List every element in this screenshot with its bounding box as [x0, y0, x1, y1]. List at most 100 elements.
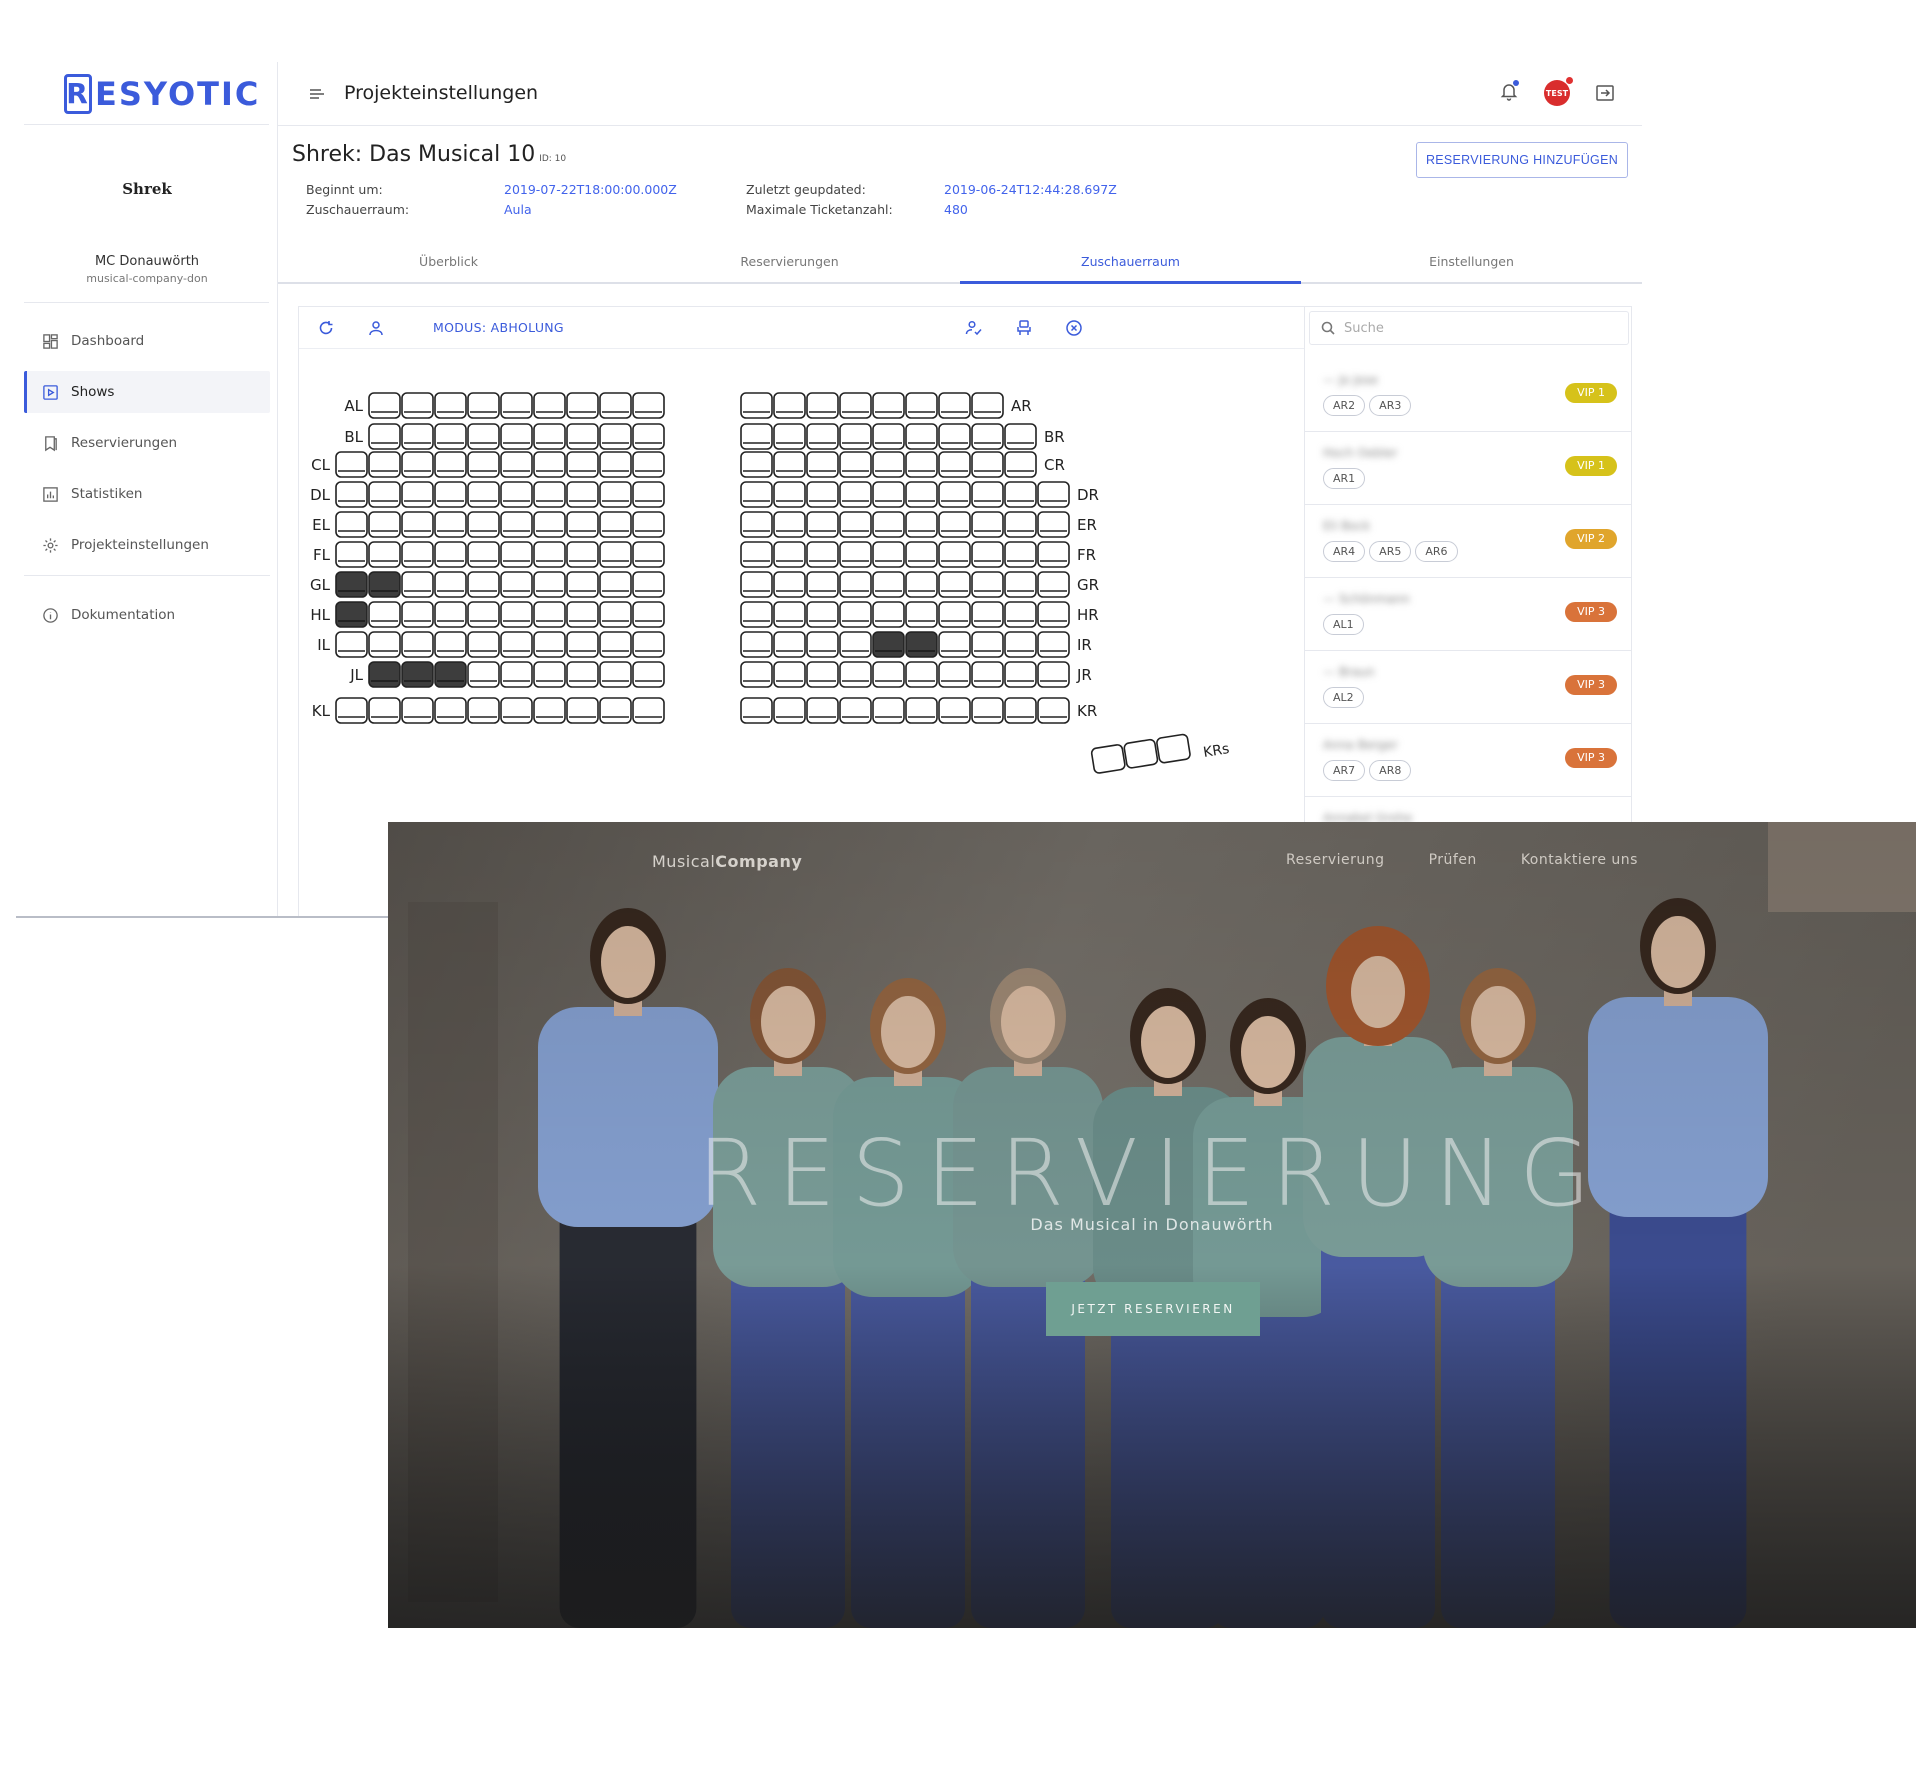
seat[interactable] [1004, 451, 1037, 478]
seat[interactable] [872, 392, 905, 419]
notifications-button[interactable] [1498, 80, 1520, 106]
seat[interactable] [740, 481, 773, 508]
seat[interactable] [500, 697, 533, 724]
seat-chip[interactable]: AL1 [1323, 614, 1364, 635]
seat[interactable] [938, 631, 971, 658]
seat[interactable] [566, 423, 599, 450]
seat[interactable] [467, 697, 500, 724]
seat[interactable] [971, 511, 1004, 538]
seat[interactable] [434, 661, 467, 688]
seat[interactable] [368, 511, 401, 538]
seat[interactable] [872, 511, 905, 538]
seat[interactable] [806, 423, 839, 450]
seat[interactable] [971, 661, 1004, 688]
seat[interactable] [740, 697, 773, 724]
reservation-item[interactable]: Anna Berger AR7 AR8 VIP 3 [1305, 724, 1631, 797]
user-check-icon[interactable] [965, 319, 983, 337]
seat[interactable] [335, 451, 368, 478]
seat[interactable] [533, 511, 566, 538]
seat[interactable] [839, 511, 872, 538]
seat[interactable] [740, 601, 773, 628]
sidebar-item-reservierungen[interactable]: Reservierungen [24, 422, 270, 464]
seat[interactable] [632, 571, 665, 598]
seat[interactable] [533, 481, 566, 508]
seat[interactable] [1037, 541, 1070, 568]
seat[interactable] [467, 423, 500, 450]
seat[interactable] [533, 601, 566, 628]
seat[interactable] [839, 571, 872, 598]
seat[interactable] [434, 451, 467, 478]
seat[interactable] [599, 571, 632, 598]
seat[interactable] [938, 541, 971, 568]
seat[interactable] [368, 392, 401, 419]
sidebar-item-shows[interactable]: Shows [24, 371, 270, 413]
seat[interactable] [599, 511, 632, 538]
seat[interactable] [1037, 697, 1070, 724]
seat[interactable] [401, 571, 434, 598]
seat[interactable] [740, 392, 773, 419]
seat[interactable] [566, 451, 599, 478]
seat[interactable] [971, 571, 1004, 598]
seat[interactable] [434, 481, 467, 508]
seat[interactable] [632, 451, 665, 478]
seat[interactable] [839, 631, 872, 658]
seat[interactable] [773, 661, 806, 688]
seat[interactable] [971, 541, 1004, 568]
seat[interactable] [773, 571, 806, 598]
seat[interactable] [566, 571, 599, 598]
seat[interactable] [632, 601, 665, 628]
seat[interactable] [839, 661, 872, 688]
seat[interactable] [1004, 481, 1037, 508]
reserve-now-button[interactable]: JETZT RESERVIEREN [1046, 1282, 1260, 1336]
seat[interactable] [335, 511, 368, 538]
tab-ueberblick[interactable]: Überblick [278, 244, 619, 282]
seat[interactable] [500, 601, 533, 628]
seat[interactable] [434, 511, 467, 538]
search-input[interactable] [1344, 320, 1604, 336]
seat[interactable] [872, 601, 905, 628]
seat[interactable] [599, 423, 632, 450]
seat[interactable] [500, 481, 533, 508]
seat[interactable] [632, 541, 665, 568]
seat[interactable] [500, 451, 533, 478]
seat[interactable] [905, 481, 938, 508]
seat[interactable] [368, 451, 401, 478]
seat-chip[interactable]: AR2 [1323, 395, 1366, 416]
seat[interactable] [434, 697, 467, 724]
seat[interactable] [434, 631, 467, 658]
seat[interactable] [467, 451, 500, 478]
seat[interactable] [401, 511, 434, 538]
seat[interactable] [599, 661, 632, 688]
seat[interactable] [971, 392, 1004, 419]
seat[interactable] [500, 392, 533, 419]
seat[interactable] [839, 697, 872, 724]
seat[interactable] [872, 481, 905, 508]
reservation-item[interactable]: Hoch Oebler AR1 VIP 1 [1305, 432, 1631, 505]
seat[interactable] [1090, 744, 1126, 774]
seat-chip[interactable]: AL2 [1323, 687, 1364, 708]
seat[interactable] [1037, 661, 1070, 688]
avatar[interactable]: TEST [1544, 77, 1573, 106]
seat[interactable] [872, 541, 905, 568]
seat[interactable] [1123, 738, 1159, 769]
seat[interactable] [434, 571, 467, 598]
seat[interactable] [740, 451, 773, 478]
seat[interactable] [872, 697, 905, 724]
seat[interactable] [401, 661, 434, 688]
seat[interactable] [368, 697, 401, 724]
seat[interactable] [1004, 571, 1037, 598]
user-icon[interactable] [367, 319, 385, 337]
seat[interactable] [533, 392, 566, 419]
seat[interactable] [467, 601, 500, 628]
seat[interactable] [368, 631, 401, 658]
seat[interactable] [533, 541, 566, 568]
seat[interactable] [566, 661, 599, 688]
seat[interactable] [773, 601, 806, 628]
seat[interactable] [599, 541, 632, 568]
seat[interactable] [773, 631, 806, 658]
seat[interactable] [872, 571, 905, 598]
seat[interactable] [500, 541, 533, 568]
seat[interactable] [740, 661, 773, 688]
seat[interactable] [938, 392, 971, 419]
seat[interactable] [806, 571, 839, 598]
